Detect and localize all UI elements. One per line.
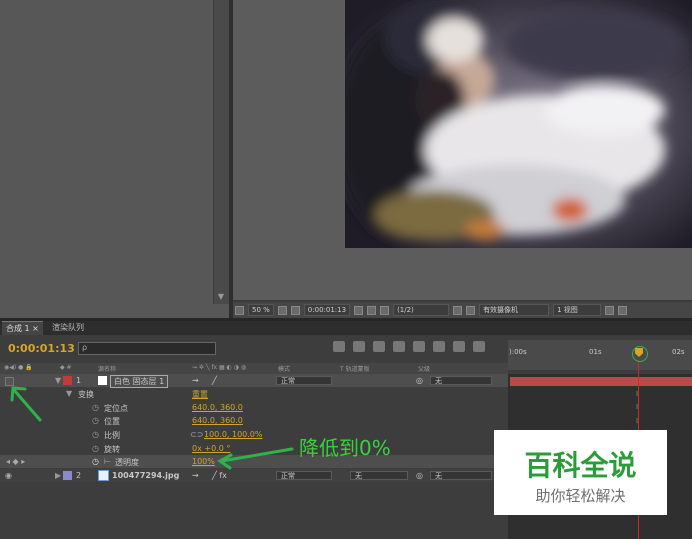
watermark: 百科全说 助你轻松解决 — [494, 430, 667, 515]
annotation-text: 降低到0% — [299, 436, 391, 460]
watermark-title: 百科全说 — [524, 449, 637, 482]
watermark-subtitle: 助你轻松解决 — [535, 487, 626, 505]
